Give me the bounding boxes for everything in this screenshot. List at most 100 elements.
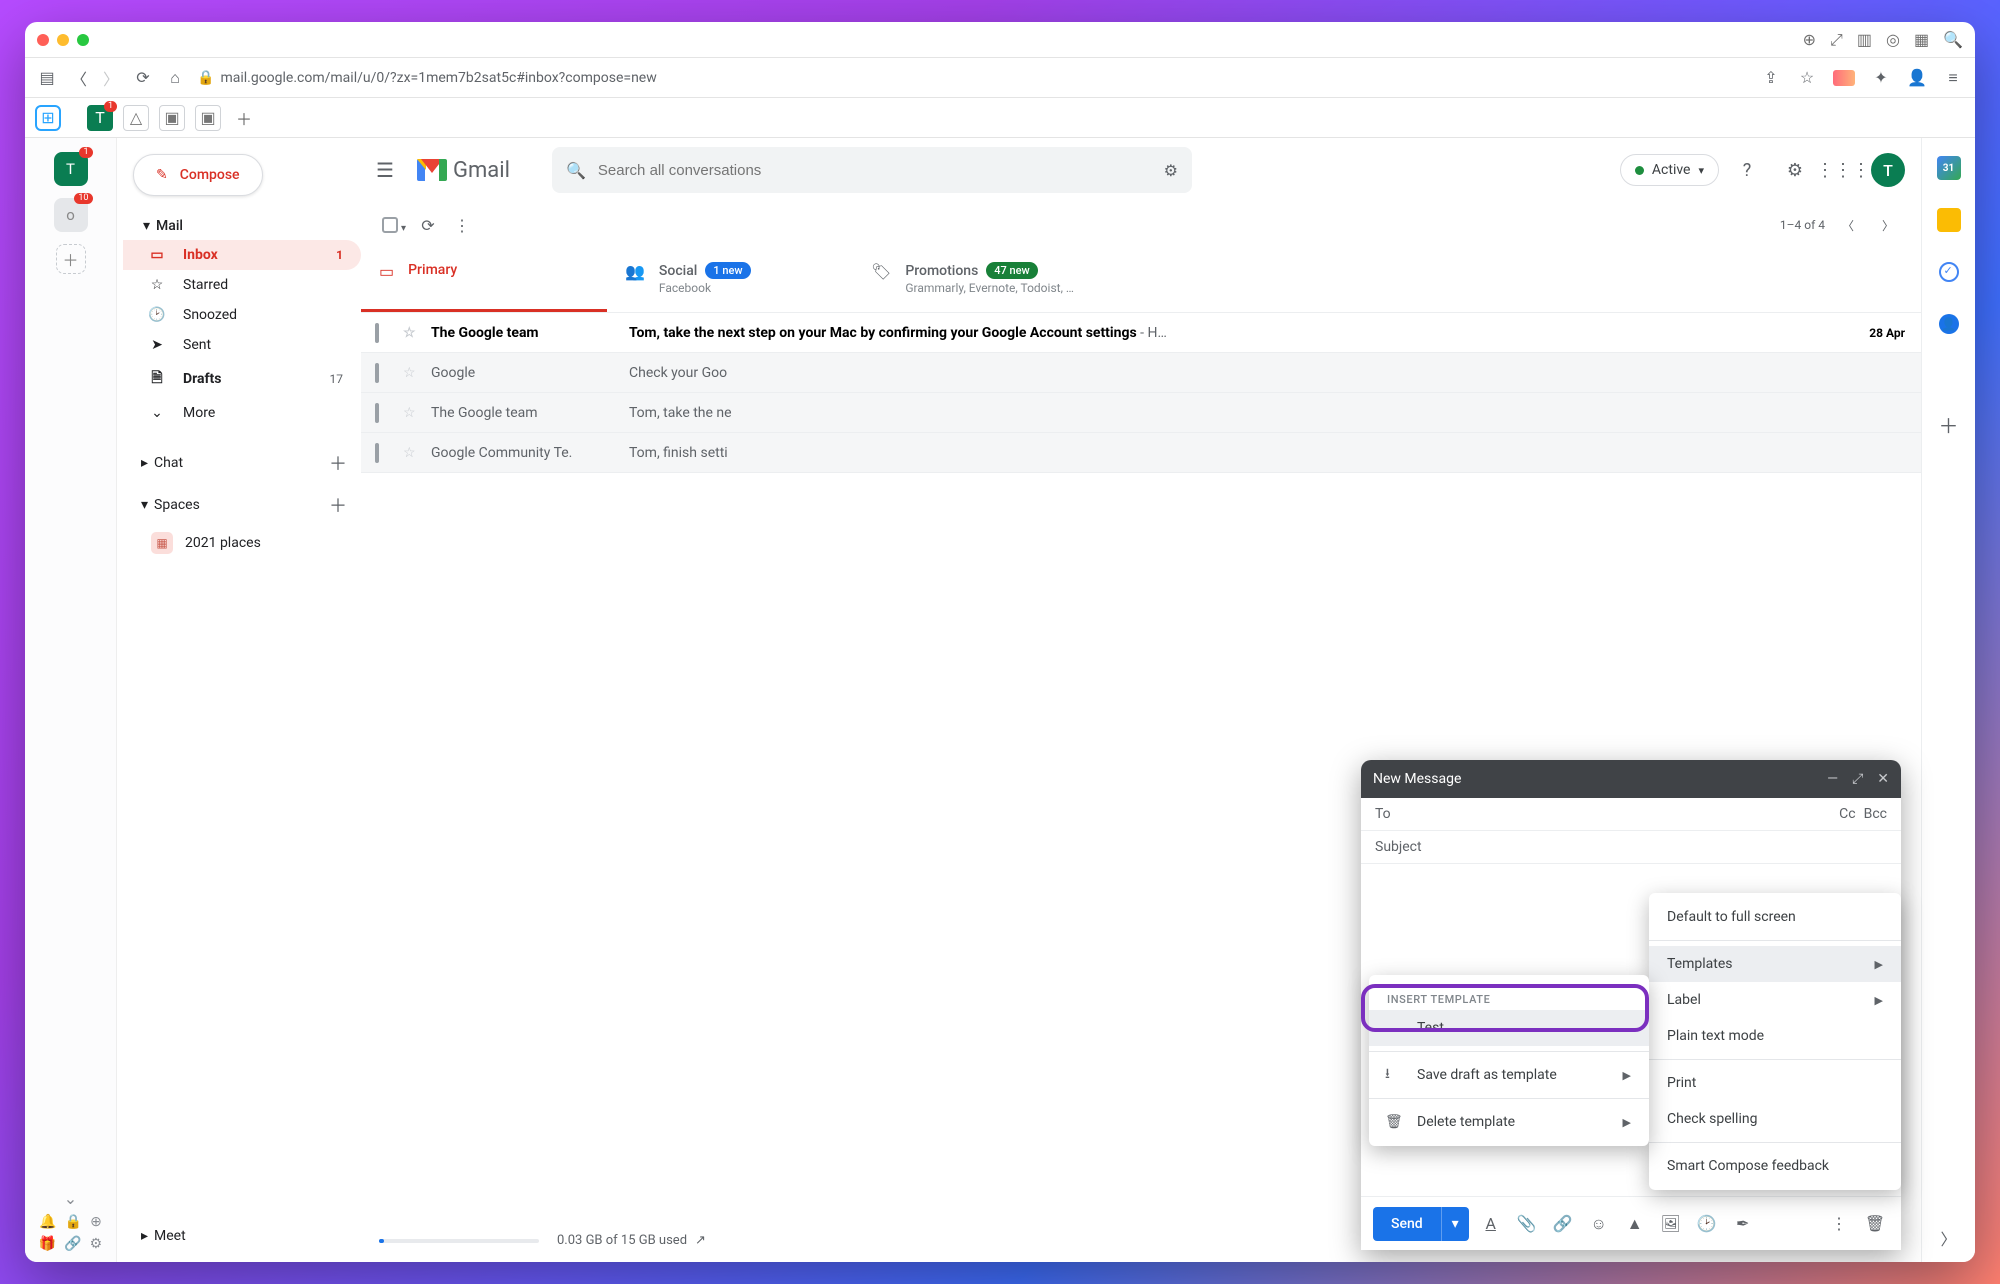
row-star-icon[interactable]: ☆ bbox=[403, 405, 421, 421]
compose-button[interactable]: ✎ Compose bbox=[133, 154, 263, 196]
compose-to-row[interactable]: To Cc Bcc bbox=[1361, 798, 1901, 831]
menu-plain-text[interactable]: Plain text mode bbox=[1649, 1018, 1901, 1054]
tab-generic-2[interactable]: ▣ bbox=[195, 105, 221, 131]
back-button[interactable]: 〈 bbox=[69, 66, 89, 90]
support-icon[interactable]: ? bbox=[1727, 150, 1767, 190]
home-button[interactable]: ⌂ bbox=[165, 68, 185, 88]
send-options-caret[interactable]: ▾ bbox=[1441, 1207, 1469, 1241]
account-icon[interactable]: 👤 bbox=[1907, 68, 1927, 87]
nav-meet-header[interactable]: ▸Meet bbox=[123, 1220, 361, 1252]
menu-check-spelling[interactable]: Check spelling bbox=[1649, 1101, 1901, 1137]
nav-spaces-header[interactable]: ▾Spaces ＋ bbox=[123, 484, 361, 526]
emoji-icon[interactable]: ☺ bbox=[1585, 1210, 1613, 1238]
reload-button[interactable]: ⟳ bbox=[133, 68, 153, 87]
minimize-compose-icon[interactable]: ― bbox=[1827, 771, 1838, 787]
search-icon[interactable]: 🔍 bbox=[1943, 30, 1963, 50]
apps-grid-icon[interactable]: ⋮⋮⋮ bbox=[1823, 150, 1863, 190]
drive-icon[interactable]: ▲ bbox=[1621, 1210, 1649, 1238]
select-all-checkbox[interactable] bbox=[377, 208, 411, 242]
profile-chip[interactable] bbox=[1833, 70, 1855, 86]
discard-draft-button[interactable]: 🗑 bbox=[1861, 1210, 1889, 1238]
url-field[interactable]: 🔒 mail.google.com/mail/u/0/?zx=1mem7b2sa… bbox=[197, 70, 1749, 86]
template-save-draft[interactable]: ⭳ Save draft as template ▶ bbox=[1369, 1057, 1649, 1093]
row-checkbox[interactable] bbox=[375, 405, 393, 421]
mail-row[interactable]: ☆ Google Community Te. Tom, finish setti bbox=[361, 433, 1921, 473]
confidential-icon[interactable]: 🕑 bbox=[1693, 1210, 1721, 1238]
collapse-rail-button[interactable]: 〉 bbox=[1937, 1226, 1961, 1250]
rail-gear-icon[interactable]: ⚙ bbox=[90, 1236, 103, 1252]
mail-row[interactable]: ☆ The Google team Tom, take the next ste… bbox=[361, 313, 1921, 353]
image-icon[interactable]: 🖼 bbox=[1657, 1210, 1685, 1238]
add-chat-button[interactable]: ＋ bbox=[329, 450, 347, 476]
tab-promotions[interactable]: 🏷 Promotions 47 new Grammarly, Evernote,… bbox=[853, 250, 1099, 312]
cc-button[interactable]: Cc bbox=[1839, 806, 1855, 822]
wand-icon[interactable]: ⤢ bbox=[1830, 30, 1843, 50]
more-actions-button[interactable]: ⋮ bbox=[445, 208, 479, 242]
keep-addon-icon[interactable] bbox=[1937, 208, 1961, 232]
rail-bell-icon[interactable]: 🔔 bbox=[39, 1214, 56, 1230]
add-space-button[interactable]: ＋ bbox=[329, 492, 347, 518]
open-storage-icon[interactable]: ↗ bbox=[695, 1233, 706, 1248]
circle-icon[interactable]: ◎ bbox=[1886, 30, 1900, 50]
maximize-window-button[interactable] bbox=[77, 34, 89, 46]
sidebar-item-snoozed[interactable]: 🕑 Snoozed bbox=[123, 300, 361, 330]
bookmark-star-icon[interactable]: ☆ bbox=[1797, 68, 1817, 87]
tasks-addon-icon[interactable] bbox=[1937, 260, 1961, 284]
rail-account-T[interactable]: T 1 bbox=[54, 152, 88, 186]
menu-label[interactable]: Label▶ bbox=[1649, 982, 1901, 1018]
extensions-icon[interactable]: ✦ bbox=[1871, 68, 1891, 87]
globe-icon[interactable]: ⊕ bbox=[1803, 30, 1816, 50]
calendar-addon-icon[interactable]: 31 bbox=[1937, 156, 1961, 180]
grid-icon[interactable]: ▦ bbox=[1914, 30, 1929, 50]
contacts-addon-icon[interactable]: 👤 bbox=[1937, 312, 1961, 336]
account-avatar[interactable]: T bbox=[1871, 153, 1905, 187]
mail-row[interactable]: ☆ The Google team Tom, take the ne bbox=[361, 393, 1921, 433]
sidebar-item-sent[interactable]: ➤ Sent bbox=[123, 330, 361, 360]
tab-overview-button[interactable]: ⊞ bbox=[35, 105, 61, 131]
row-checkbox[interactable] bbox=[375, 365, 393, 381]
link-icon[interactable]: 🔗 bbox=[1549, 1210, 1577, 1238]
nav-chat-header[interactable]: ▸Chat ＋ bbox=[123, 442, 361, 484]
bcc-button[interactable]: Bcc bbox=[1864, 806, 1887, 822]
rail-link-icon[interactable]: 🔗 bbox=[64, 1236, 81, 1252]
rail-gift-icon[interactable]: 🎁 bbox=[39, 1236, 56, 1252]
prev-page-button[interactable]: 〈 bbox=[1831, 208, 1865, 242]
refresh-button[interactable]: ⟳ bbox=[411, 208, 445, 242]
browser-menu-icon[interactable]: ≡ bbox=[1943, 68, 1963, 88]
row-checkbox[interactable] bbox=[375, 325, 393, 341]
sidebar-item-more[interactable]: ⌄ More bbox=[123, 398, 361, 428]
close-compose-icon[interactable]: ✕ bbox=[1877, 771, 1889, 787]
sidebar-toggle-icon[interactable]: ▤ bbox=[37, 68, 57, 87]
forward-button[interactable]: 〉 bbox=[101, 66, 121, 90]
settings-gear-icon[interactable]: ⚙ bbox=[1775, 150, 1815, 190]
template-item-test[interactable]: Test bbox=[1369, 1010, 1649, 1046]
row-star-icon[interactable]: ☆ bbox=[403, 325, 421, 341]
gmail-logo[interactable]: Gmail bbox=[417, 158, 510, 183]
menu-smart-compose[interactable]: Smart Compose feedback bbox=[1649, 1148, 1901, 1184]
rail-account-outlook[interactable]: o 10 bbox=[54, 198, 88, 232]
menu-print[interactable]: Print bbox=[1649, 1065, 1901, 1101]
new-tab-button[interactable]: ＋ bbox=[231, 105, 257, 131]
fullscreen-compose-icon[interactable]: ⤢ bbox=[1852, 771, 1863, 787]
minimize-window-button[interactable] bbox=[57, 34, 69, 46]
rail-add-account[interactable]: ＋ bbox=[56, 244, 86, 274]
search-options-icon[interactable]: ⚙ bbox=[1164, 161, 1178, 180]
send-button[interactable]: Send ▾ bbox=[1373, 1207, 1469, 1241]
menu-templates[interactable]: Templates▶ bbox=[1649, 946, 1901, 982]
next-page-button[interactable]: 〉 bbox=[1871, 208, 1905, 242]
get-addons-button[interactable]: ＋ bbox=[1937, 412, 1961, 436]
rail-globe-icon[interactable]: ⊕ bbox=[90, 1214, 102, 1230]
formatting-icon[interactable]: A bbox=[1477, 1210, 1505, 1238]
compose-header[interactable]: New Message ― ⤢ ✕ bbox=[1361, 760, 1901, 798]
attach-icon[interactable]: 📎 bbox=[1513, 1210, 1541, 1238]
row-star-icon[interactable]: ☆ bbox=[403, 445, 421, 461]
status-pill[interactable]: Active ▾ bbox=[1620, 154, 1719, 186]
sidebar-item-starred[interactable]: ☆ Starred bbox=[123, 270, 361, 300]
panels-icon[interactable]: ▥ bbox=[1857, 30, 1872, 50]
rail-lock-icon[interactable]: 🔒 bbox=[65, 1214, 82, 1230]
template-delete[interactable]: 🗑 Delete template ▶ bbox=[1369, 1104, 1649, 1140]
menu-default-fullscreen[interactable]: Default to full screen bbox=[1649, 899, 1901, 935]
space-item[interactable]: ▦ 2021 places bbox=[123, 526, 361, 560]
signature-icon[interactable]: ✒ bbox=[1729, 1210, 1757, 1238]
tab-gmail[interactable]: T 1 bbox=[87, 105, 113, 131]
